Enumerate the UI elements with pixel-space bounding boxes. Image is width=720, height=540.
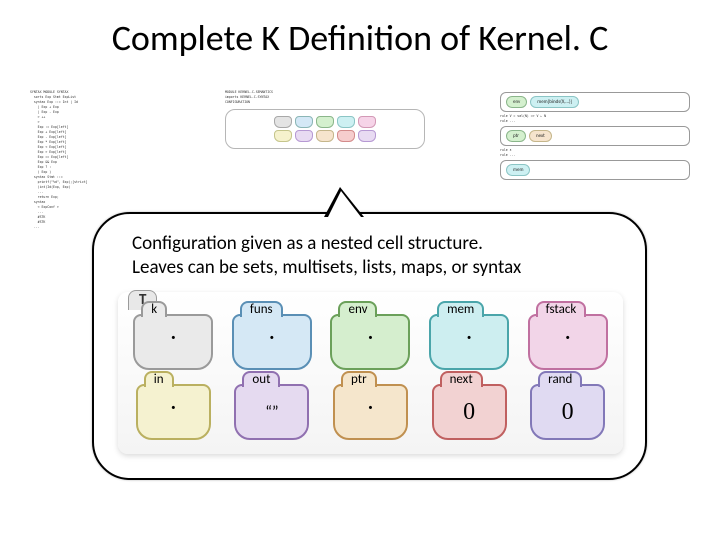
cell-next: next 0 xyxy=(432,384,507,440)
bg-code-mid-head: MODULE KERNEL-C-SEMANTICS imports KERNEL… xyxy=(225,90,425,105)
bg-rule-box-1: env mem[binds(X,…)] xyxy=(500,92,690,112)
callout-line1: Configuration given as a nested cell str… xyxy=(132,232,483,255)
cell-env-label: env xyxy=(338,301,377,317)
cell-fstack-label: fstack xyxy=(536,301,587,317)
cell-rand-value: 0 xyxy=(562,399,574,426)
bg-rule-text-2: rule ε rule ... xyxy=(500,148,690,158)
cell-ptr-label: ptr xyxy=(341,371,377,387)
cell-env: env · xyxy=(330,314,410,370)
cell-next-value: 0 xyxy=(463,399,475,426)
cell-next-label: next xyxy=(440,371,483,387)
callout-line2: Leaves can be sets, multisets, lists, ma… xyxy=(132,256,521,279)
bg-rule-text-1: rule V = val(N) => V ← N rule ... xyxy=(500,114,690,124)
cell-row-1: k · funs · env · mem · fstack · xyxy=(126,314,615,370)
cell-out: out “” xyxy=(234,384,309,440)
cell-row-2: in · out “” ptr · next 0 rand 0 xyxy=(126,384,615,440)
bg-mini-config-diagram xyxy=(225,109,425,149)
callout-text: Configuration given as a nested cell str… xyxy=(132,232,621,280)
cell-in: in · xyxy=(136,384,211,440)
slide-title: Complete K Definition of Kernel. C xyxy=(0,16,720,60)
cell-out-value: “” xyxy=(265,403,278,422)
cell-k: k · xyxy=(133,314,213,370)
cell-funs-label: funs xyxy=(240,301,283,317)
config-cell-diagram: T k · funs · env · mem · xyxy=(118,292,623,454)
cell-out-label: out xyxy=(242,371,280,387)
cell-funs: funs · xyxy=(232,314,312,370)
callout-bubble: Configuration given as a nested cell str… xyxy=(92,212,647,480)
bg-rule-box-2: ptr next xyxy=(500,126,690,146)
cell-mem: mem · xyxy=(429,314,509,370)
cell-mem-label: mem xyxy=(437,301,484,317)
cell-in-label: in xyxy=(144,371,174,387)
cell-rand-label: rand xyxy=(538,371,582,387)
cell-k-label: k xyxy=(141,301,167,317)
cell-fstack: fstack · xyxy=(528,314,608,370)
cell-ptr: ptr · xyxy=(333,384,408,440)
bg-rule-box-3: mem xyxy=(500,160,690,180)
cell-rand: rand 0 xyxy=(530,384,605,440)
